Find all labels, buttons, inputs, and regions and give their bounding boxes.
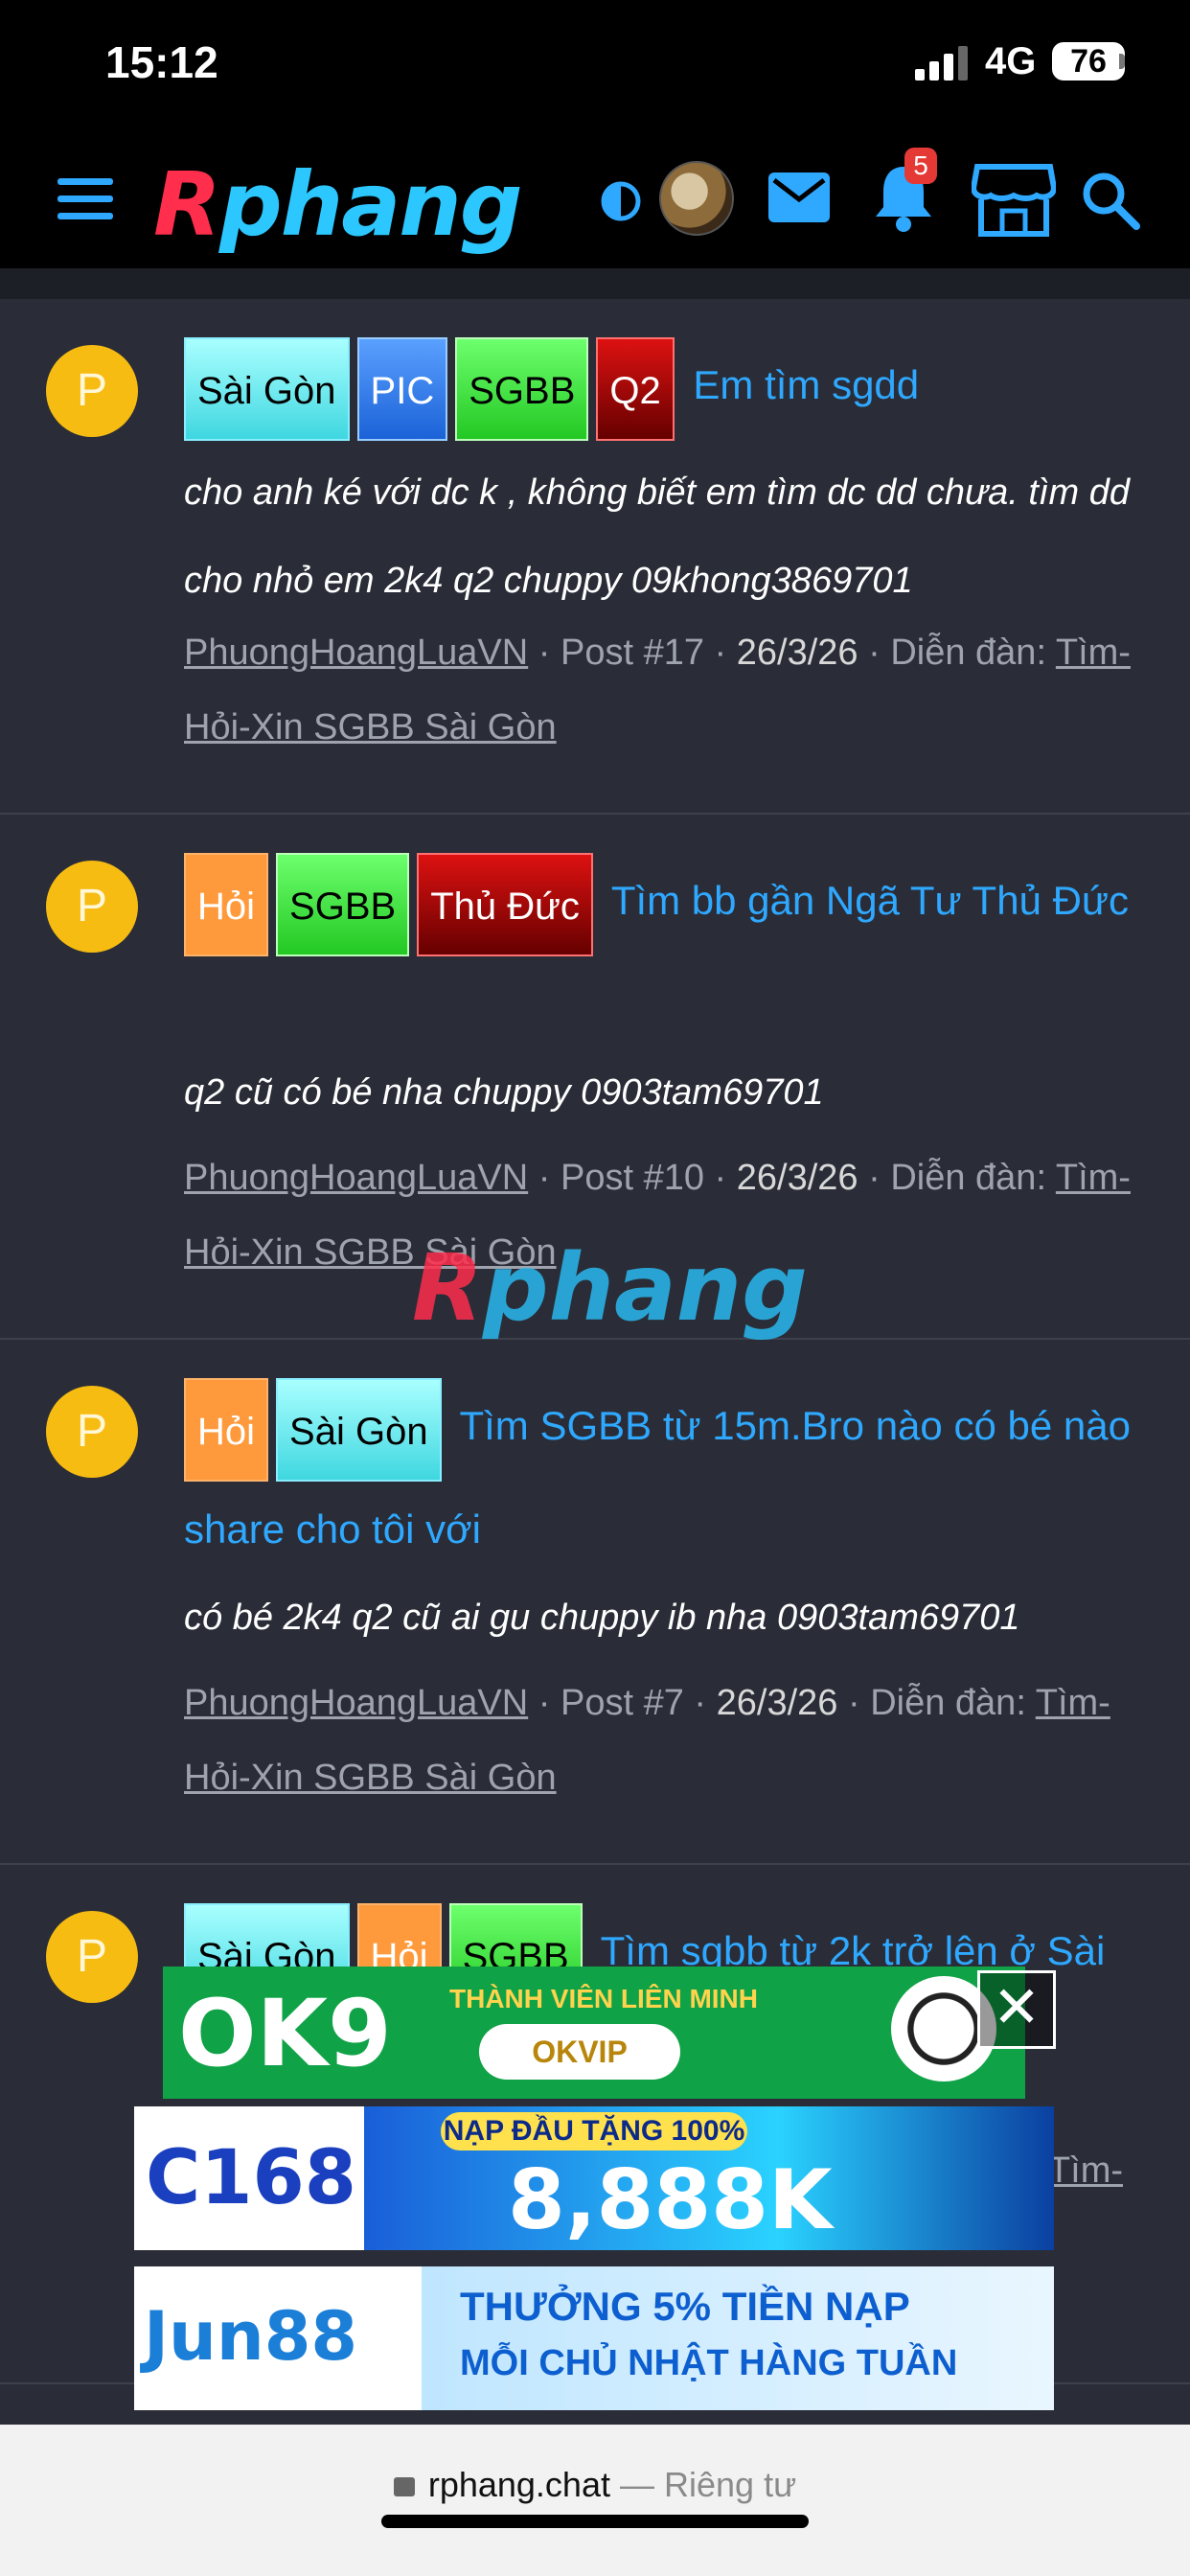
- battery-indicator: 76: [1052, 42, 1125, 80]
- ok9-ad-banner[interactable]: OK9 THÀNH VIÊN LIÊN MINH OKVIP: [163, 1966, 1025, 2099]
- forum-link[interactable]: Tìm-: [1048, 2150, 1123, 2191]
- home-indicator[interactable]: [381, 2515, 809, 2528]
- domain-text: rphang.chat: [427, 2465, 610, 2504]
- author-avatar[interactable]: P: [46, 345, 138, 437]
- post-date: 26/3/26: [736, 632, 858, 673]
- jun88-brand: Jun88: [144, 2297, 358, 2376]
- logo-watermark: Rphang: [412, 1234, 808, 1342]
- author-link[interactable]: PhuongHoangLuaVN: [184, 1683, 528, 1723]
- okvip-badge: OKVIP: [479, 2024, 680, 2080]
- search-icon[interactable]: [1079, 169, 1142, 232]
- thread-title-block: Hỏi Sài Gòn Tìm SGBB từ 15m.Bro nào có bé…: [184, 1378, 1152, 1577]
- tag-label[interactable]: Thủ Đức: [417, 853, 593, 956]
- address-text[interactable]: rphang.chat — Riêng tư: [0, 2465, 1190, 2505]
- battery-tip: [1119, 54, 1125, 69]
- ok9-brand: OK9: [178, 1980, 392, 2087]
- jun88-ad-banner[interactable]: Jun88 THƯỞNG 5% TIỀN NẠP MỖI CHỦ NHẬT HÀ…: [134, 2266, 1054, 2410]
- thread-title-block: Hỏi SGBB Thủ Đức Tìm bb gần Ngã Tư Thủ Đức: [184, 853, 1152, 956]
- network-type: 4G: [985, 40, 1037, 82]
- post-meta: PhuongHoangLuaVN · Post #17 · 26/3/26 · …: [184, 632, 1131, 748]
- store-icon[interactable]: [972, 161, 1056, 238]
- user-avatar[interactable]: [659, 161, 734, 236]
- logo-part1: R: [153, 153, 221, 256]
- tag-label[interactable]: Q2: [596, 337, 675, 441]
- watermark-part2: phang: [482, 1234, 808, 1342]
- tag-label[interactable]: Hỏi: [184, 853, 269, 956]
- tag-label[interactable]: SGBB: [276, 853, 410, 956]
- privacy-text: Riêng tư: [664, 2465, 797, 2504]
- post-snippet: có bé 2k4 q2 cũ ai gu chuppy ib nha 0903…: [184, 1598, 1020, 1638]
- author-avatar[interactable]: P: [46, 1386, 138, 1478]
- thread-item[interactable]: P Sài Gòn PIC SGBB Q2 Em tìm sgdd cho anh k…: [0, 299, 1190, 815]
- logo-part2: phang: [218, 153, 523, 256]
- mail-icon[interactable]: [767, 169, 832, 226]
- signal-icon: [915, 46, 968, 80]
- post-date: 26/3/26: [736, 1158, 858, 1198]
- jun88-line1: THƯỞNG 5% TIỀN NẠP: [460, 2284, 910, 2329]
- post-snippet: q2 cũ có bé nha chuppy 0903tam69701: [184, 1072, 824, 1113]
- forum-label: Diễn đàn:: [870, 1683, 1026, 1723]
- post-meta: PhuongHoangLuaVN · Post #7 · 26/3/26 · D…: [184, 1683, 1110, 1798]
- watermark-part1: R: [412, 1234, 483, 1342]
- browser-address-bar[interactable]: rphang.chat — Riêng tư: [0, 2425, 1190, 2576]
- forum-label: Diễn đàn:: [890, 632, 1046, 673]
- thread-title-link[interactable]: Tìm bb gần Ngã Tư Thủ Đức: [611, 878, 1129, 923]
- forum-label: Diễn đàn:: [890, 1158, 1046, 1198]
- clock: 15:12: [105, 37, 218, 87]
- thread-title-block: Sài Gòn PIC SGBB Q2 Em tìm sgdd: [184, 337, 1152, 441]
- thread-title-link[interactable]: Em tìm sgdd: [693, 362, 919, 407]
- tag-label[interactable]: PIC: [356, 337, 448, 441]
- author-link[interactable]: PhuongHoangLuaVN: [184, 1158, 528, 1198]
- app-header: Rphang 5: [0, 134, 1190, 268]
- tag-label[interactable]: Sài Gòn: [276, 1378, 442, 1482]
- tag-label[interactable]: SGBB: [455, 337, 589, 441]
- notification-badge: 5: [904, 148, 937, 184]
- separator-text: —: [609, 2465, 664, 2504]
- post-snippet: cho anh ké với dc k , không biết em tìm …: [184, 472, 1130, 601]
- author-avatar[interactable]: P: [46, 1911, 138, 2003]
- post-number[interactable]: Post #7: [561, 1683, 684, 1723]
- close-ad-button[interactable]: ✕: [977, 1970, 1056, 2049]
- post-date: 26/3/26: [716, 1683, 838, 1723]
- theme-toggle-icon[interactable]: [600, 180, 642, 222]
- author-avatar[interactable]: P: [46, 861, 138, 953]
- c168-promo-top: NẠP ĐẦU TẶNG 100%: [441, 2112, 747, 2150]
- site-logo[interactable]: Rphang: [153, 153, 523, 256]
- status-bar: 15:12 4G 76: [0, 0, 1190, 134]
- author-link[interactable]: PhuongHoangLuaVN: [184, 632, 528, 673]
- tag-label[interactable]: Hỏi: [184, 1378, 269, 1482]
- post-number[interactable]: Post #10: [561, 1158, 704, 1198]
- ok9-slogan: THÀNH VIÊN LIÊN MINH: [449, 1984, 758, 2013]
- menu-icon[interactable]: [57, 174, 113, 224]
- c168-amount: 8,888K: [508, 2152, 833, 2248]
- c168-brand: C168: [146, 2135, 357, 2221]
- lock-icon: [393, 2477, 415, 2497]
- header-divider: [0, 268, 1190, 299]
- c168-ad-banner[interactable]: C168 NẠP ĐẦU TẶNG 100% 8,888K: [134, 2106, 1054, 2250]
- post-number[interactable]: Post #17: [561, 632, 704, 673]
- thread-item[interactable]: P Hỏi Sài Gòn Tìm SGBB từ 15m.Bro nào có …: [0, 1340, 1190, 1865]
- tag-label[interactable]: Sài Gòn: [184, 337, 350, 441]
- jun88-line2: MỖI CHỦ NHẬT HÀNG TUẦN: [460, 2343, 958, 2383]
